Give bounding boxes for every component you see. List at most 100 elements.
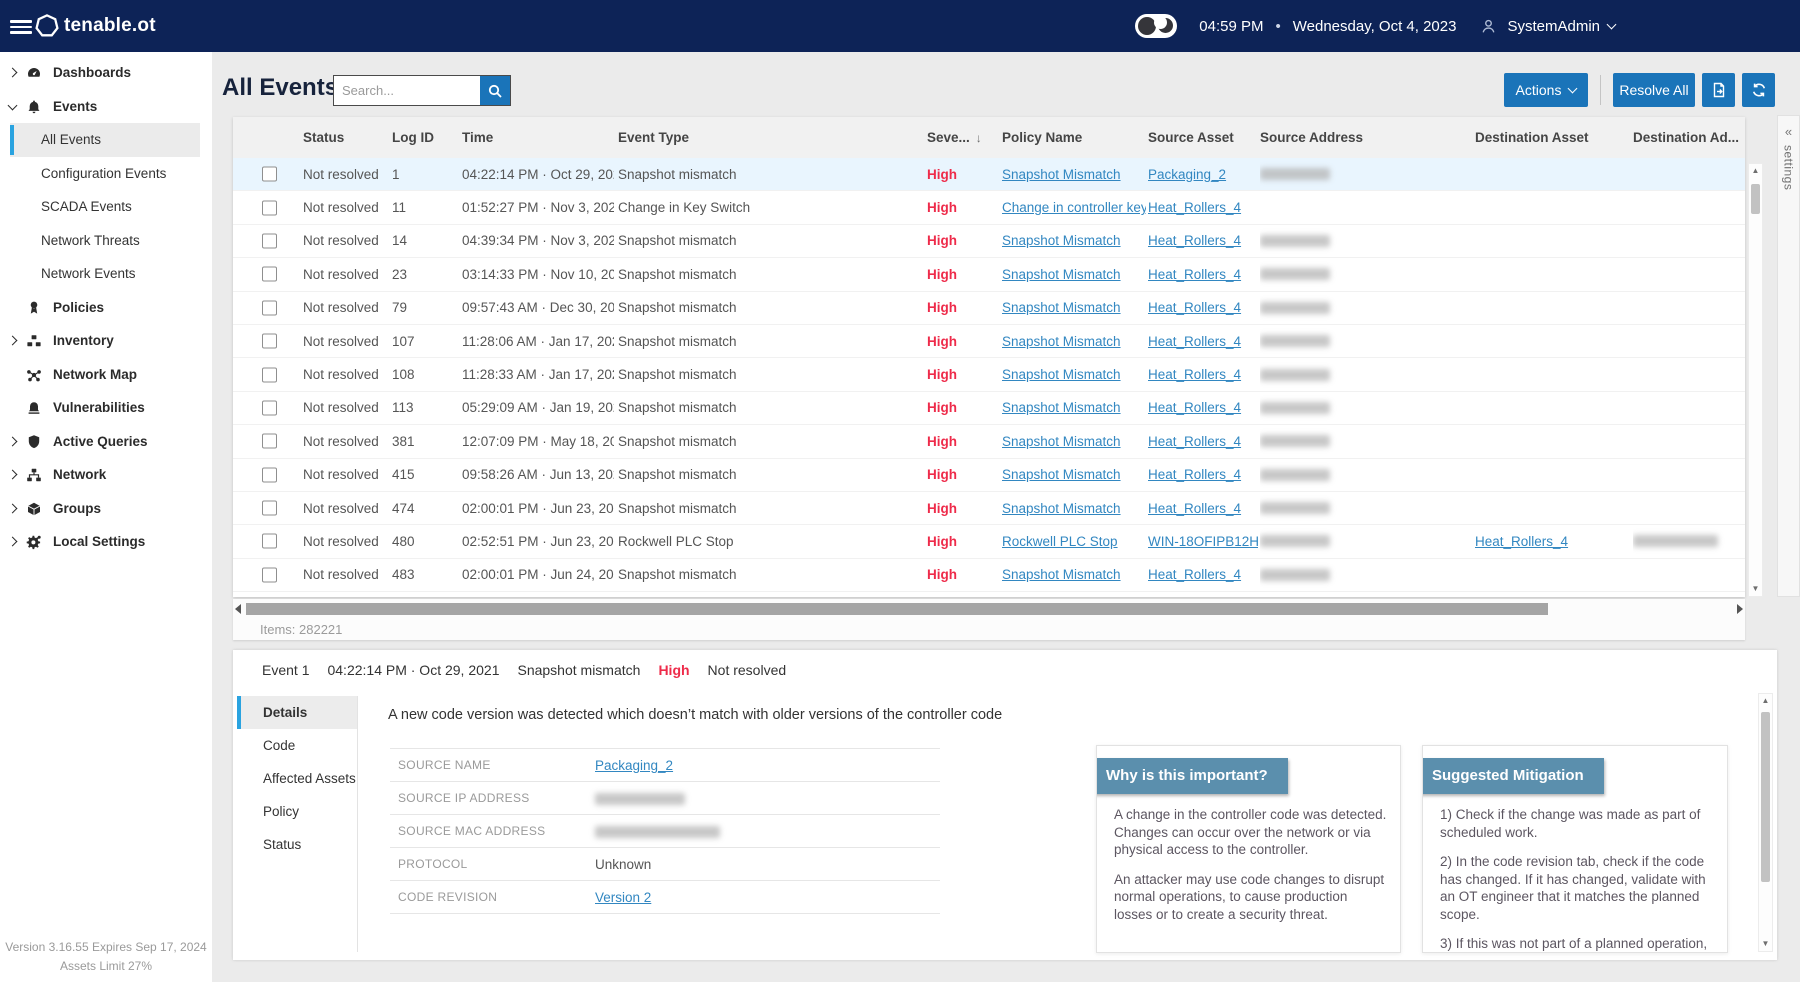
column-header-destination_asset[interactable]: Destination Asset bbox=[1475, 117, 1630, 158]
detail-scroll-thumb[interactable] bbox=[1761, 712, 1770, 882]
sidebar-item-network[interactable]: Network bbox=[0, 458, 212, 492]
source-asset-link[interactable]: Heat_Rollers_4 bbox=[1148, 300, 1241, 315]
policy-link[interactable]: Change in controller key ... bbox=[1002, 200, 1146, 215]
scroll-up-icon[interactable]: ▲ bbox=[1749, 164, 1762, 178]
row-checkbox[interactable] bbox=[262, 300, 277, 315]
column-header-log_id[interactable]: Log ID bbox=[392, 117, 458, 158]
detail-tab-status[interactable]: Status bbox=[237, 828, 357, 861]
sidebar-item-all-events[interactable]: All Events bbox=[0, 123, 212, 157]
source-asset-link[interactable]: Heat_Rollers_4 bbox=[1148, 400, 1241, 415]
source-asset-link[interactable]: Heat_Rollers_4 bbox=[1148, 434, 1241, 449]
source-asset-link[interactable]: Heat_Rollers_4 bbox=[1148, 467, 1241, 482]
search-button[interactable] bbox=[480, 76, 510, 105]
sidebar-item-local-settings[interactable]: Local Settings bbox=[0, 525, 212, 559]
row-checkbox[interactable] bbox=[262, 267, 277, 282]
theme-toggle[interactable] bbox=[1135, 14, 1177, 38]
policy-link[interactable]: Snapshot Mismatch bbox=[1002, 167, 1121, 182]
search-input[interactable] bbox=[334, 76, 480, 105]
policy-link[interactable]: Snapshot Mismatch bbox=[1002, 434, 1121, 449]
sidebar-item-events[interactable]: Events bbox=[0, 90, 212, 124]
source-asset-link[interactable]: Packaging_2 bbox=[1148, 167, 1226, 182]
sidebar-item-dashboards[interactable]: Dashboards bbox=[0, 56, 212, 90]
policy-link[interactable]: Snapshot Mismatch bbox=[1002, 501, 1121, 516]
policy-link[interactable]: Snapshot Mismatch bbox=[1002, 367, 1121, 382]
row-checkbox[interactable] bbox=[262, 334, 277, 349]
table-row[interactable]: Not resolved48002:52:51 PM · Jun 23, 202… bbox=[233, 525, 1745, 558]
detail-tab-details[interactable]: Details bbox=[237, 696, 357, 729]
detail-value-link[interactable]: Version 2 bbox=[595, 890, 651, 905]
row-checkbox[interactable] bbox=[262, 167, 277, 182]
table-row[interactable]: Not resolved41509:58:26 AM · Jun 13, 202… bbox=[233, 459, 1745, 492]
destination-asset-link[interactable]: Heat_Rollers_4 bbox=[1475, 534, 1568, 549]
policy-link[interactable]: Snapshot Mismatch bbox=[1002, 400, 1121, 415]
table-row[interactable]: Not resolved2303:14:33 PM · Nov 10, 2021… bbox=[233, 258, 1745, 291]
column-header-policy_name[interactable]: Policy Name bbox=[1002, 117, 1146, 158]
row-checkbox[interactable] bbox=[262, 501, 277, 516]
detail-tab-affected-assets[interactable]: Affected Assets bbox=[237, 762, 357, 795]
sidebar-item-inventory[interactable]: Inventory bbox=[0, 324, 212, 358]
policy-link[interactable]: Snapshot Mismatch bbox=[1002, 467, 1121, 482]
resolve-all-button[interactable]: Resolve All bbox=[1613, 73, 1695, 107]
sidebar-item-configuration-events[interactable]: Configuration Events bbox=[0, 157, 212, 191]
column-header-destination_address[interactable]: Destination Ad... bbox=[1633, 117, 1743, 158]
scroll-left-icon[interactable] bbox=[235, 604, 241, 614]
source-asset-link[interactable]: Heat_Rollers_4 bbox=[1148, 200, 1241, 215]
column-header-source_asset[interactable]: Source Asset bbox=[1148, 117, 1258, 158]
row-checkbox[interactable] bbox=[262, 434, 277, 449]
column-header-event_type[interactable]: Event Type bbox=[618, 117, 918, 158]
table-row[interactable]: Not resolved1101:52:27 PM · Nov 3, 2021C… bbox=[233, 191, 1745, 224]
sidebar-item-policies[interactable]: Policies bbox=[0, 291, 212, 325]
policy-link[interactable]: Snapshot Mismatch bbox=[1002, 334, 1121, 349]
source-asset-link[interactable]: Heat_Rollers_4 bbox=[1148, 267, 1241, 282]
detail-tab-code[interactable]: Code bbox=[237, 729, 357, 762]
policy-link[interactable]: Snapshot Mismatch bbox=[1002, 300, 1121, 315]
settings-panel-tab[interactable]: « settings bbox=[1777, 115, 1800, 597]
table-vertical-scrollbar[interactable]: ▲ ▼ bbox=[1748, 163, 1763, 597]
table-row[interactable]: Not resolved11305:29:09 AM · Jan 19, 202… bbox=[233, 392, 1745, 425]
scroll-up-icon[interactable]: ▲ bbox=[1759, 694, 1772, 708]
sidebar-item-network-events[interactable]: Network Events bbox=[0, 257, 212, 291]
source-asset-link[interactable]: Heat_Rollers_4 bbox=[1148, 567, 1241, 582]
sidebar-item-network-threats[interactable]: Network Threats bbox=[0, 224, 212, 258]
scroll-down-icon[interactable]: ▼ bbox=[1759, 937, 1772, 951]
export-button[interactable] bbox=[1702, 73, 1735, 107]
table-row[interactable]: Not resolved38112:07:09 PM · May 18, 202… bbox=[233, 425, 1745, 458]
table-row[interactable]: Not resolved1404:39:34 PM · Nov 3, 2021S… bbox=[233, 225, 1745, 258]
table-horizontal-scrollbar[interactable] bbox=[233, 601, 1745, 617]
actions-button[interactable]: Actions bbox=[1504, 73, 1588, 107]
table-row[interactable]: Not resolved104:22:14 PM · Oct 29, 2021S… bbox=[233, 158, 1745, 191]
table-row[interactable]: Not resolved10711:28:06 AM · Jan 17, 202… bbox=[233, 325, 1745, 358]
row-checkbox[interactable] bbox=[262, 567, 277, 582]
source-asset-link[interactable]: Heat_Rollers_4 bbox=[1148, 501, 1241, 516]
row-checkbox[interactable] bbox=[262, 400, 277, 415]
detail-tab-policy[interactable]: Policy bbox=[237, 795, 357, 828]
table-row[interactable]: Not resolved7909:57:43 AM · Dec 30, 2021… bbox=[233, 292, 1745, 325]
scroll-down-icon[interactable]: ▼ bbox=[1749, 582, 1762, 596]
row-checkbox[interactable] bbox=[262, 534, 277, 549]
sidebar-item-groups[interactable]: Groups bbox=[0, 492, 212, 526]
sidebar-item-active-queries[interactable]: Active Queries bbox=[0, 425, 212, 459]
policy-link[interactable]: Rockwell PLC Stop bbox=[1002, 534, 1118, 549]
policy-link[interactable]: Snapshot Mismatch bbox=[1002, 267, 1121, 282]
policy-link[interactable]: Snapshot Mismatch bbox=[1002, 567, 1121, 582]
column-header-severity[interactable]: Seve...↓ bbox=[927, 117, 999, 158]
row-checkbox[interactable] bbox=[262, 467, 277, 482]
table-scroll-thumb[interactable] bbox=[1751, 184, 1760, 214]
row-checkbox[interactable] bbox=[262, 200, 277, 215]
policy-link[interactable]: Snapshot Mismatch bbox=[1002, 233, 1121, 248]
detail-vertical-scrollbar[interactable]: ▲ ▼ bbox=[1758, 693, 1773, 952]
sidebar-item-vulnerabilities[interactable]: Vulnerabilities bbox=[0, 391, 212, 425]
sidebar-item-scada-events[interactable]: SCADA Events bbox=[0, 190, 212, 224]
source-asset-link[interactable]: Heat_Rollers_4 bbox=[1148, 367, 1241, 382]
detail-value-link[interactable]: Packaging_2 bbox=[595, 758, 673, 773]
table-row[interactable]: Not resolved47402:00:01 PM · Jun 23, 202… bbox=[233, 492, 1745, 525]
table-row[interactable]: Not resolved48302:00:01 PM · Jun 24, 202… bbox=[233, 559, 1745, 592]
row-checkbox[interactable] bbox=[262, 367, 277, 382]
source-asset-link[interactable]: Heat_Rollers_4 bbox=[1148, 334, 1241, 349]
table-row[interactable]: Not resolved10811:28:33 AM · Jan 17, 202… bbox=[233, 358, 1745, 391]
column-header-time[interactable]: Time bbox=[462, 117, 614, 158]
scroll-right-icon[interactable] bbox=[1737, 604, 1743, 614]
column-header-status[interactable]: Status bbox=[303, 117, 389, 158]
column-header-source_address[interactable]: Source Address bbox=[1260, 117, 1390, 158]
menu-icon[interactable] bbox=[10, 17, 32, 35]
